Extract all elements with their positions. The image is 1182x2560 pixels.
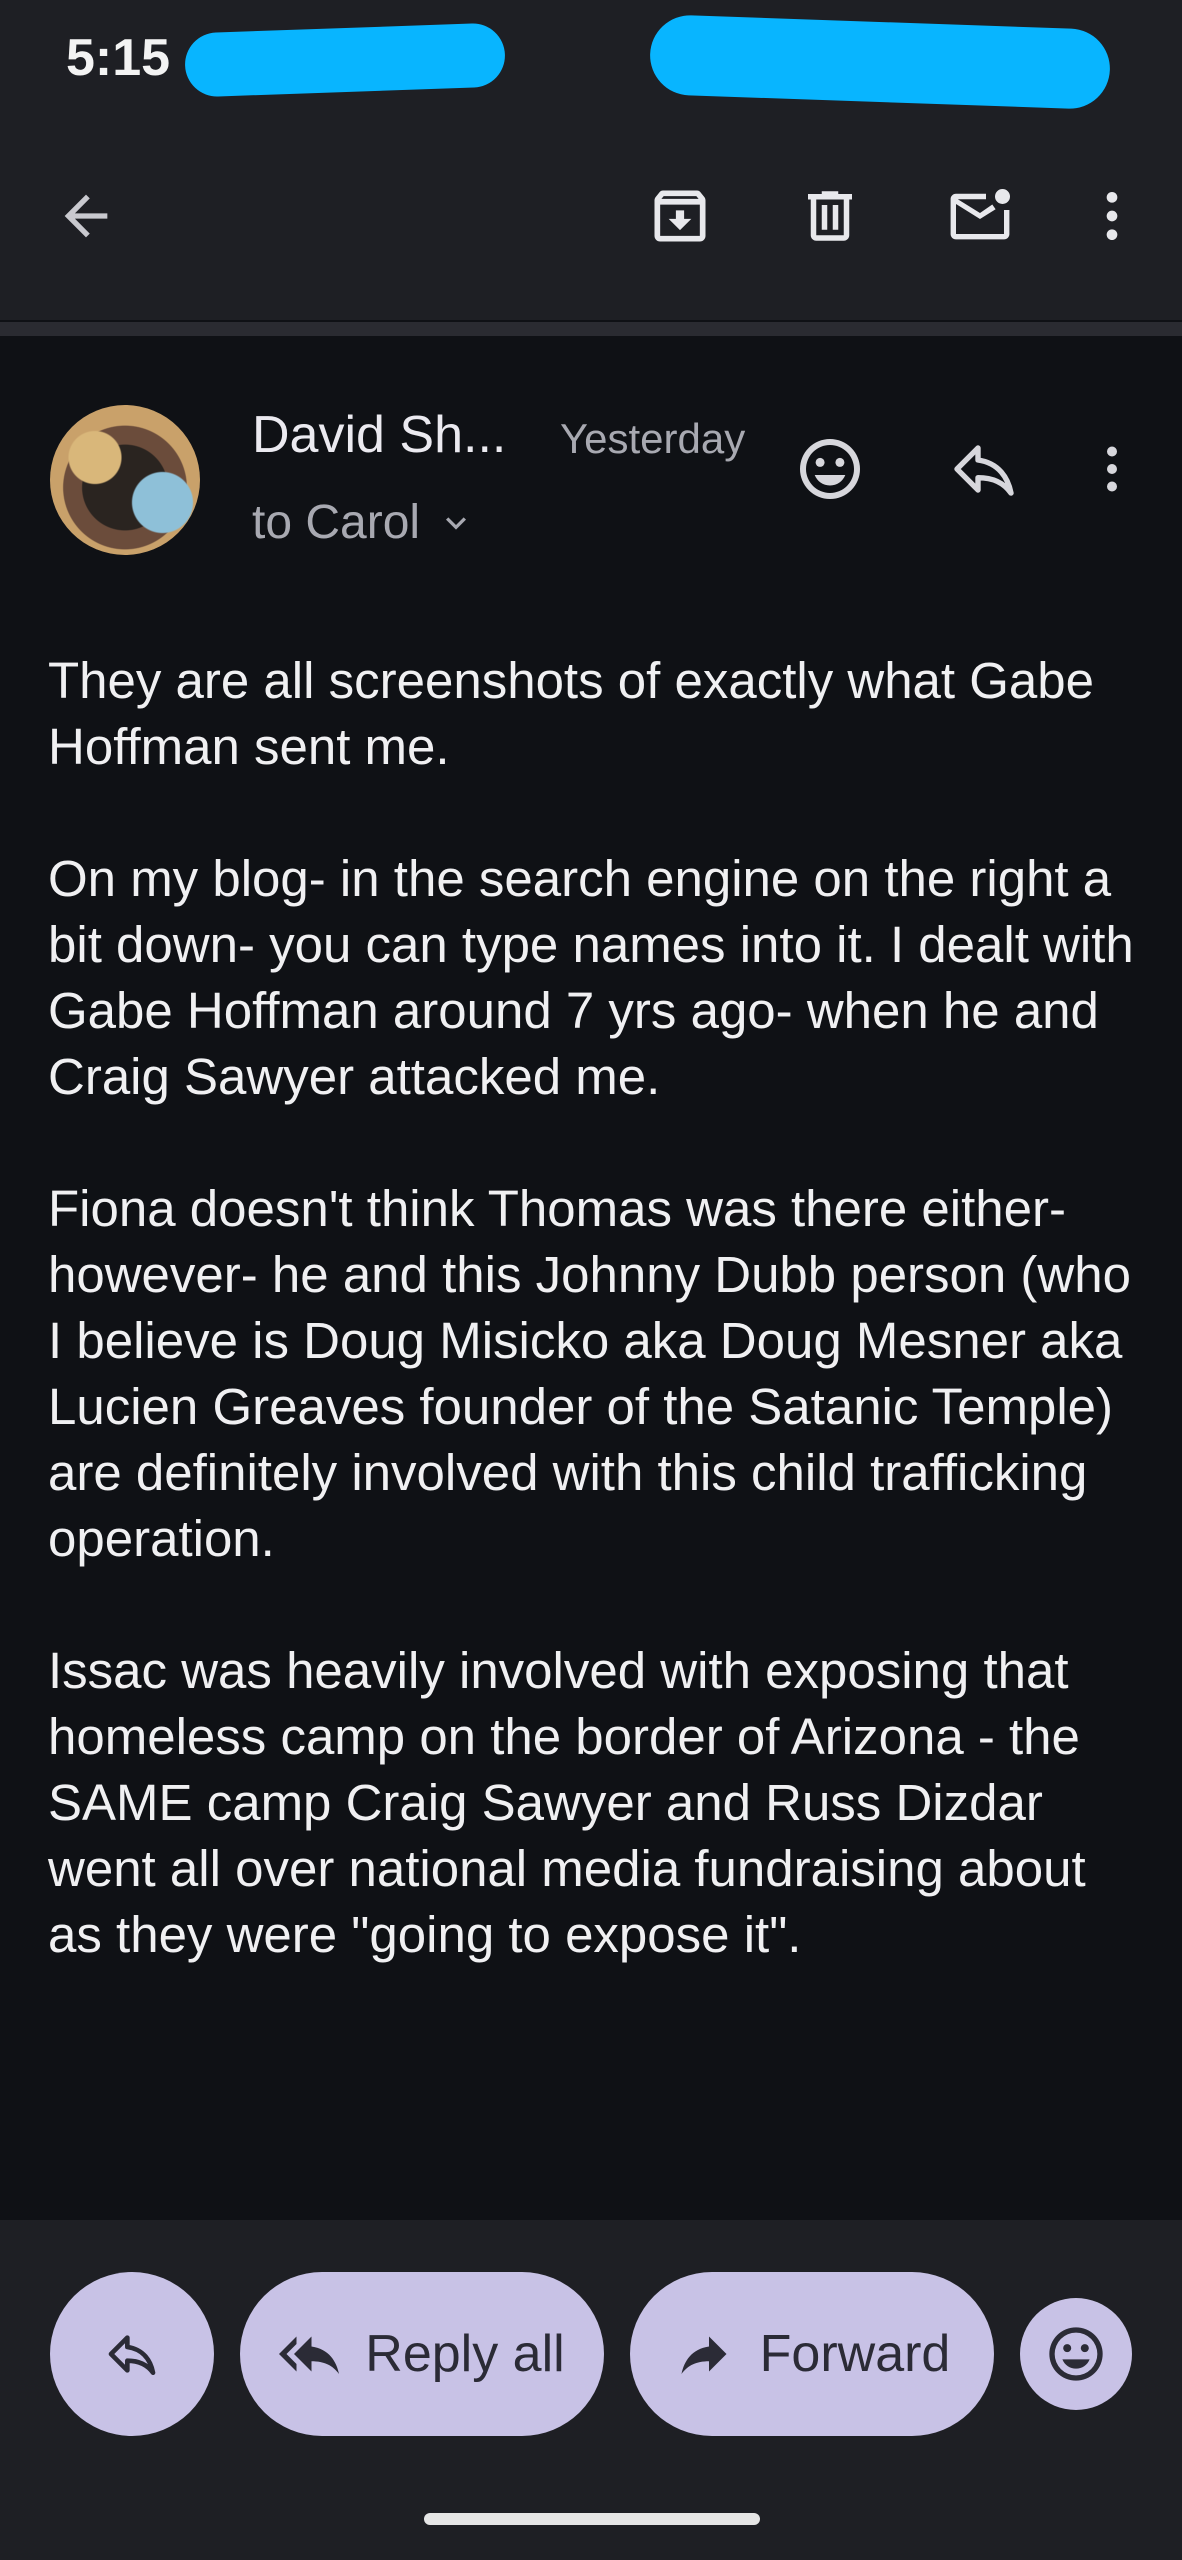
reply-icon [954, 445, 1014, 496]
body-paragraph: On my blog- in the search engine on the … [48, 850, 1134, 1105]
bottom-action-bar: Reply all Forward [0, 2220, 1182, 2560]
mark-unread-button[interactable] [940, 176, 1020, 256]
more-vert-icon [1106, 192, 1118, 240]
back-button[interactable] [46, 176, 126, 256]
forward-label: Forward [759, 2325, 951, 2383]
reply-all-button[interactable]: Reply all [240, 2272, 604, 2436]
delete-button[interactable] [790, 176, 870, 256]
avatar[interactable] [50, 405, 200, 555]
message-more-button[interactable] [1072, 425, 1152, 513]
forward-button[interactable]: Forward [630, 2272, 994, 2436]
home-indicator[interactable] [424, 2513, 760, 2525]
mail-unread-icon [950, 189, 1010, 240]
body-paragraph: They are all screenshots of exactly what… [48, 652, 1095, 775]
reply-icon [108, 2335, 156, 2375]
reply-button[interactable] [940, 425, 1028, 513]
body-paragraph: Fiona doesn't think Thomas was there eit… [48, 1180, 1131, 1567]
more-vert-icon [1107, 446, 1117, 492]
recipient-label: to Carol [252, 496, 421, 549]
divider [0, 322, 1182, 336]
redaction-mark [183, 22, 507, 98]
email-body: They are all screenshots of exactly what… [48, 648, 1138, 2034]
reply-all-label: Reply all [365, 2325, 565, 2383]
sender-name[interactable]: David Sh... [252, 405, 506, 465]
forward-icon [681, 2336, 727, 2374]
emoji-icon [800, 439, 860, 499]
redaction-mark [648, 13, 1112, 111]
reply-all-icon [279, 2336, 340, 2374]
reaction-pill-button[interactable] [1020, 2298, 1132, 2410]
trash-icon [808, 191, 852, 241]
body-paragraph: Issac was heavily involved with exposing… [48, 1642, 1086, 1963]
emoji-icon [1049, 2327, 1103, 2381]
archive-button[interactable] [640, 176, 720, 256]
more-options-button[interactable] [1072, 176, 1152, 256]
reply-pill-button[interactable] [50, 2272, 214, 2436]
archive-icon [654, 190, 706, 242]
chevron-down-icon [446, 516, 467, 530]
message-time: Yesterday [560, 415, 746, 462]
status-time: 5:15 [66, 29, 171, 87]
arrow-back-icon [64, 194, 108, 238]
top-bar: 5:15 [0, 0, 1182, 320]
add-reaction-button[interactable] [786, 425, 874, 513]
recipient-toggle[interactable]: to Carol [252, 495, 476, 550]
